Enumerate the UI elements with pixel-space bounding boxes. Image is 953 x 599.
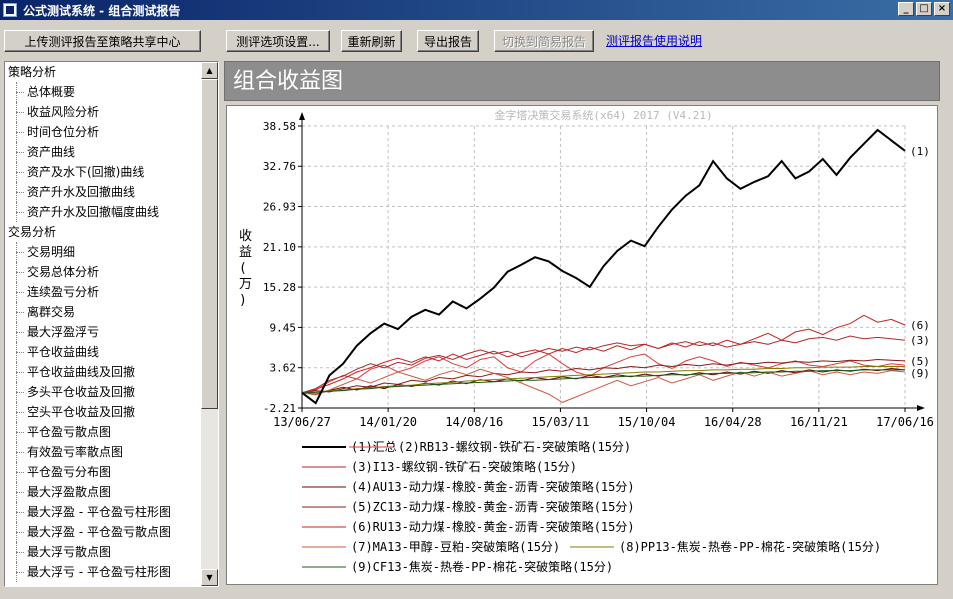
tree-item[interactable]: 最大浮盈 - 平仓盈亏散点图 (5, 522, 202, 542)
tree-item[interactable]: 收益风险分析 (5, 102, 202, 122)
upload-report-button[interactable]: 上传测评报告至策略共享中心 (4, 30, 201, 52)
maximize-button[interactable]: □ (916, 2, 932, 16)
x-tick-label: 17/06/16 (876, 415, 934, 429)
portfolio-return-chart: 金字塔决策交易系统(x64) 2017 (V4.21) 38.58 32.76 26.… (226, 105, 938, 585)
tree-group-1[interactable]: 交易分析 (5, 222, 202, 242)
tree-item[interactable]: 平仓收益曲线及回撤 (5, 362, 202, 382)
scroll-thumb[interactable] (201, 79, 218, 409)
x-tick-label: 16/11/21 (790, 415, 848, 429)
tree-scrollbar[interactable]: ▲ ▼ (201, 62, 218, 586)
export-button[interactable]: 导出报告 (417, 30, 479, 52)
window-title: 公式测试系统 - 组合测试报告 (23, 3, 181, 18)
x-axis-arrow (917, 405, 925, 411)
series-end-label: (1) (910, 145, 930, 158)
report-panel: 组合收益图 金字塔决策交易系统(x64) 2017 (V4.21) 38.58 32… (224, 61, 940, 587)
y-tick-label: 26.93 (263, 201, 296, 214)
tree-item[interactable]: 资产升水及回撤幅度曲线 (5, 202, 202, 222)
y-tick-label: -2.21 (263, 402, 296, 415)
y-tick-label: 38.58 (263, 120, 296, 133)
x-tick-label: 14/01/20 (359, 415, 417, 429)
report-tree[interactable]: 策略分析 总体概要 收益风险分析 时间仓位分析 资产曲线 资产及水下(回撤)曲线 资产升水及… (4, 61, 219, 587)
tree-group-0[interactable]: 策略分析 (5, 62, 202, 82)
tree-item[interactable]: 最大浮亏 - 平仓盈亏柱形图 (5, 562, 202, 582)
series-end-label: (9) (910, 367, 930, 380)
series-line-9 (301, 369, 905, 394)
tree-item[interactable]: 有效盈亏率散点图 (5, 442, 202, 462)
tree-list: 策略分析 总体概要 收益风险分析 时间仓位分析 资产曲线 资产及水下(回撤)曲线 资产升水及… (5, 62, 202, 586)
y-axis-arrow (299, 112, 305, 120)
scroll-up-icon[interactable]: ▲ (201, 62, 218, 79)
tree-item[interactable]: 最大浮亏散点图 (5, 542, 202, 562)
legend-label: (5)ZC13-动力煤-橡胶-黄金-沥青-突破策略(15分) (351, 499, 635, 514)
y-tick-label: 9.45 (270, 321, 297, 334)
minimize-button[interactable]: _ (898, 2, 914, 16)
y-axis-label: 收益(万) (239, 229, 252, 308)
tree-item[interactable]: 最大浮盈散点图 (5, 482, 202, 502)
panel-title: 组合收益图 (224, 61, 940, 101)
options-button[interactable]: 测评选项设置... (226, 30, 330, 52)
legend-label: (3)I13-螺纹钢-铁矿石-突破策略(15分) (351, 459, 577, 474)
x-tick-label: 14/08/16 (445, 415, 503, 429)
tree-item[interactable]: 连续盈亏分析 (5, 282, 202, 302)
tree-item[interactable]: 多头平仓收益及回撤 (5, 382, 202, 402)
series-end-label: (3) (910, 334, 930, 347)
series-end-label: (6) (910, 319, 930, 332)
legend-label: (8)PP13-焦炭-热卷-PP-棉花-突破策略(15分) (619, 539, 881, 554)
app-icon (3, 3, 17, 17)
y-tick-label: 15.28 (263, 281, 296, 294)
tree-item[interactable]: 最大浮盈浮亏 (5, 322, 202, 342)
tree-item[interactable]: 离群交易 (5, 302, 202, 322)
tree-item[interactable]: 平仓盈亏分布图 (5, 462, 202, 482)
y-tick-label: 32.76 (263, 160, 296, 173)
x-tick-label: 15/03/11 (532, 415, 590, 429)
legend-label: (7)MA13-甲醇-豆粕-突破策略(15分) (351, 539, 560, 554)
tree-item[interactable]: 平仓收益曲线 (5, 342, 202, 362)
tree-item[interactable]: 交易明细 (5, 242, 202, 262)
x-tick-label: 15/10/04 (618, 415, 676, 429)
y-tick-label: 21.10 (263, 241, 296, 254)
tree-item[interactable]: 交易总体分析 (5, 262, 202, 282)
tree-item[interactable]: 资产曲线 (5, 142, 202, 162)
legend-label: (4)AU13-动力煤-橡胶-黄金-沥青-突破策略(15分) (351, 479, 635, 494)
x-tick-label: 16/04/28 (704, 415, 762, 429)
legend-label: (6)RU13-动力煤-橡胶-黄金-沥青-突破策略(15分) (351, 519, 635, 534)
window-titlebar: 公式测试系统 - 组合测试报告 _ □ × (0, 0, 953, 20)
tree-item[interactable]: 总体概要 (5, 82, 202, 102)
scroll-down-icon[interactable]: ▼ (201, 569, 218, 586)
help-link[interactable]: 测评报告使用说明 (606, 32, 702, 49)
tree-item[interactable]: 时间仓位分析 (5, 122, 202, 142)
tree-item[interactable]: 平仓盈亏散点图 (5, 422, 202, 442)
y-tick-label: 3.62 (270, 362, 297, 375)
close-button[interactable]: × (934, 2, 950, 16)
chart-watermark: 金字塔决策交易系统(x64) 2017 (V4.21) (494, 108, 712, 122)
tree-item[interactable]: 资产升水及回撤曲线 (5, 182, 202, 202)
tree-item[interactable]: 最大浮盈 - 平仓盈亏柱形图 (5, 502, 202, 522)
legend-label: (2)RB13-螺纹钢-铁矿石-突破策略(15分) (398, 439, 631, 454)
refresh-button[interactable]: 重新刷新 (341, 30, 402, 52)
legend-label: (9)CF13-焦炭-热卷-PP-棉花-突破策略(15分) (351, 559, 613, 574)
x-tick-label: 13/06/27 (273, 415, 331, 429)
chart-svg: 金字塔决策交易系统(x64) 2017 (V4.21) 38.58 32.76 26.… (239, 108, 934, 574)
tree-item[interactable]: 资产及水下(回撤)曲线 (5, 162, 202, 182)
switch-simple-report-button[interactable]: 切换到简易报告 (494, 30, 594, 52)
tree-item[interactable]: 空头平仓收益及回撤 (5, 402, 202, 422)
